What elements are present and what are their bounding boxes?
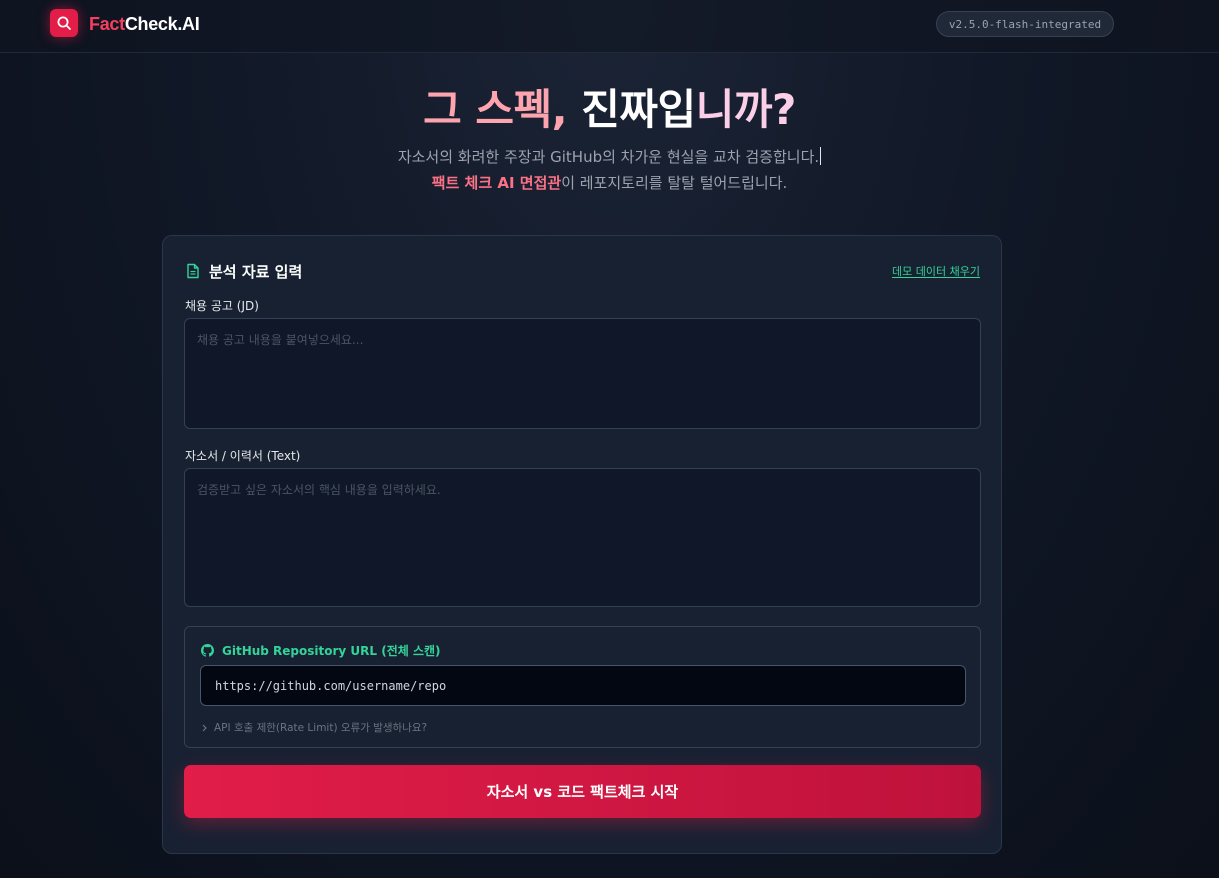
github-url-input[interactable]: https://github.com/username/repo	[200, 665, 966, 706]
rate-limit-toggle[interactable]: API 호출 제한(Rate Limit) 오류가 발생하나요?	[201, 720, 427, 735]
hero-subtitle-line1-text: 자소서의 화려한 주장과 GitHub의 차가운 현실을 교차 검증합니다.	[397, 148, 820, 166]
top-navbar: FactCheck.AI v2.5.0-flash-integrated	[0, 0, 1219, 53]
jd-textarea[interactable]: 채용 공고 내용을 붙여넣으세요...	[184, 318, 981, 429]
input-card: 분석 자료 입력 데모 데이터 채우기 채용 공고 (JD) 채용 공고 내용을…	[162, 235, 1002, 854]
text-caret	[820, 147, 822, 165]
resume-textarea[interactable]: 검증받고 싶은 자소서의 핵심 내용을 입력하세요.	[184, 468, 981, 607]
document-icon	[187, 263, 199, 279]
jd-label: 채용 공고 (JD)	[185, 299, 259, 313]
hero-subtitle-highlight: 팩트 체크 AI 면접관	[431, 174, 562, 192]
logo-badge[interactable]	[50, 9, 78, 37]
github-icon	[201, 644, 214, 657]
hero-subtitle-line2-rest: 이 레포지토리를 탈탈 털어드립니다.	[561, 174, 788, 192]
github-url-label: GitHub Repository URL (전체 스캔)	[222, 644, 441, 658]
brand-name[interactable]: FactCheck.AI	[89, 14, 200, 35]
brand-part-fact: Fact	[89, 14, 125, 34]
version-badge: v2.5.0-flash-integrated	[936, 11, 1114, 37]
chevron-right-icon	[202, 724, 207, 731]
brand-part-check: Check.AI	[124, 14, 200, 34]
hero-title-part3: 니까?	[695, 85, 797, 134]
hero-title-part1: 그 스펙,	[423, 85, 582, 134]
resume-label: 자소서 / 이력서 (Text)	[185, 449, 301, 463]
start-factcheck-button[interactable]: 자소서 vs 코드 팩트체크 시작	[184, 765, 981, 818]
search-icon	[57, 16, 71, 30]
hero-title-part2: 진짜입	[581, 85, 696, 134]
demo-fill-link[interactable]: 데모 데이터 채우기	[892, 263, 980, 279]
hero-title: 그 스펙, 진짜입니까?	[0, 76, 1219, 137]
github-section: GitHub Repository URL (전체 스캔) https://gi…	[184, 626, 981, 748]
hero-subtitle-line1: 자소서의 화려한 주장과 GitHub의 차가운 현실을 교차 검증합니다.	[0, 146, 1219, 167]
form-title: 분석 자료 입력	[209, 263, 303, 281]
hero-subtitle-line2: 팩트 체크 AI 면접관이 레포지토리를 탈탈 털어드립니다.	[0, 172, 1219, 193]
rate-limit-hint: API 호출 제한(Rate Limit) 오류가 발생하나요?	[214, 722, 428, 734]
